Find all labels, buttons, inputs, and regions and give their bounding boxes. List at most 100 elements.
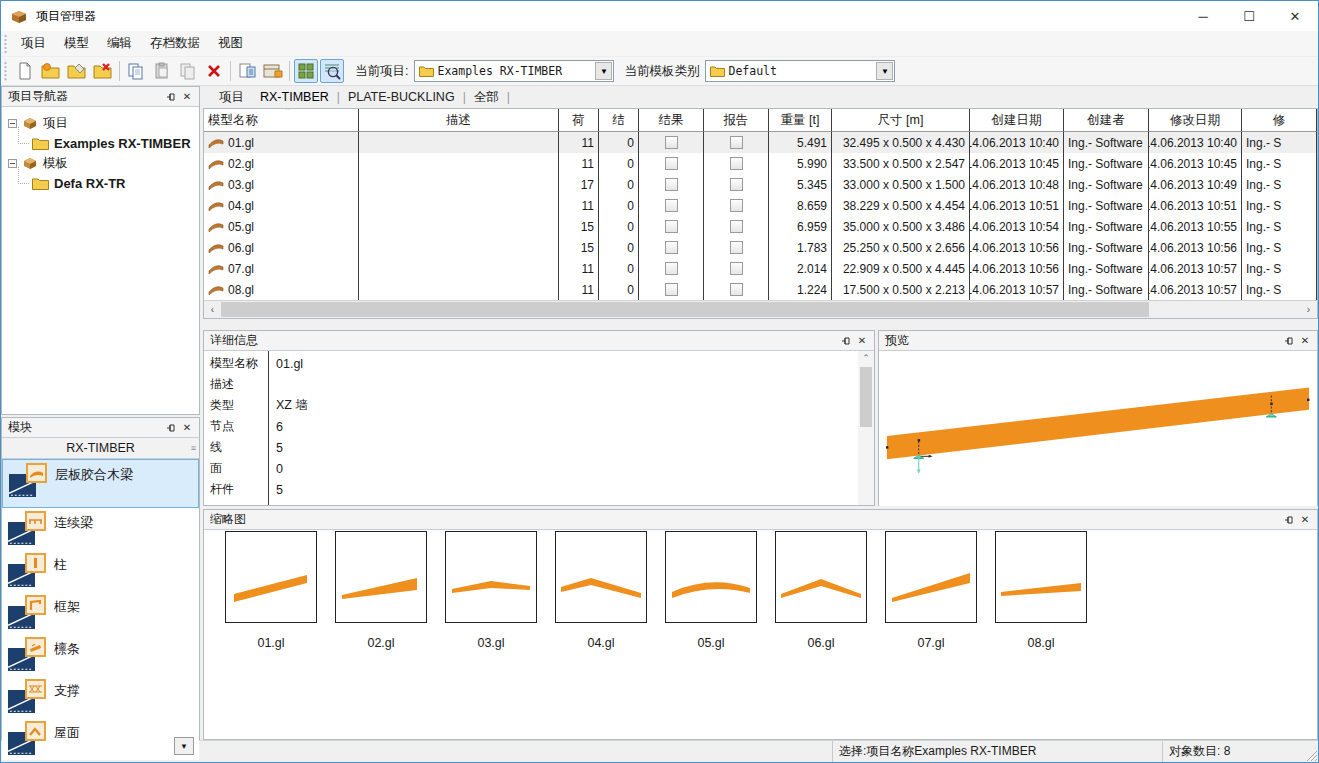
edit-project-button[interactable] bbox=[65, 59, 89, 83]
minimize-button[interactable]: ─ bbox=[1180, 1, 1226, 31]
close-button[interactable]: ✕ bbox=[1272, 1, 1318, 31]
duplicate-button[interactable] bbox=[176, 59, 200, 83]
module-item-glulam[interactable]: 层板胶合木梁 bbox=[2, 459, 199, 508]
table-row[interactable]: 04.gl 11 0 8.659 38.229 x 0.500 x 4.454 … bbox=[204, 195, 1317, 216]
results-checkbox[interactable] bbox=[665, 157, 678, 170]
module-item-continuous-beam[interactable]: 连续梁 bbox=[2, 508, 199, 550]
thumbnail-03[interactable]: 03.gl bbox=[436, 531, 546, 650]
collapse-icon[interactable] bbox=[8, 159, 17, 168]
module-item-frame[interactable]: 框架 bbox=[2, 592, 199, 634]
tree-node-project[interactable]: Examples RX-TIMBER bbox=[8, 133, 197, 153]
report-checkbox[interactable] bbox=[730, 157, 743, 170]
resize-grip[interactable] bbox=[1300, 741, 1318, 762]
results-checkbox[interactable] bbox=[665, 283, 678, 296]
tab-all[interactable]: 全部 bbox=[466, 87, 507, 108]
module-group-header[interactable]: RX-TIMBER ≡ bbox=[2, 438, 199, 459]
pin-icon[interactable] bbox=[838, 334, 854, 348]
thumbnail-08[interactable]: 08.gl bbox=[986, 531, 1096, 650]
results-checkbox[interactable] bbox=[665, 241, 678, 254]
tree-node-templates[interactable]: 模板 bbox=[8, 153, 197, 173]
paste-button[interactable] bbox=[150, 59, 174, 83]
thumbnail-02[interactable]: 02.gl bbox=[326, 531, 436, 650]
report-checkbox[interactable] bbox=[730, 220, 743, 233]
archive-button[interactable] bbox=[261, 59, 285, 83]
table-row[interactable]: 01.gl 11 0 5.491 32.495 x 0.500 x 4.430 … bbox=[204, 132, 1317, 153]
scroll-down-button[interactable]: ▼ bbox=[174, 737, 194, 755]
column-header-modified[interactable]: 修改日期 bbox=[1149, 109, 1242, 132]
column-header-created[interactable]: 创建日期 bbox=[970, 109, 1064, 132]
close-panel-icon[interactable]: ✕ bbox=[1297, 513, 1313, 527]
column-header-creator[interactable]: 创建者 bbox=[1064, 109, 1149, 132]
table-row[interactable]: 02.gl 11 0 5.990 33.500 x 0.500 x 2.547 … bbox=[204, 153, 1317, 174]
column-header-weight[interactable]: 重量 [t] bbox=[769, 109, 832, 132]
tab-rx-timber[interactable]: RX-TIMBER bbox=[252, 88, 337, 106]
report-checkbox[interactable] bbox=[730, 283, 743, 296]
new-model-button[interactable] bbox=[13, 59, 37, 83]
delete-project-button[interactable] bbox=[91, 59, 115, 83]
results-checkbox[interactable] bbox=[665, 199, 678, 212]
thumbnail-05[interactable]: 05.gl bbox=[656, 531, 766, 650]
module-item-brace[interactable]: 支撑 bbox=[2, 676, 199, 718]
results-checkbox[interactable] bbox=[665, 220, 678, 233]
module-item-roof[interactable]: 屋面 bbox=[2, 718, 199, 760]
tab-projects[interactable]: 项目 bbox=[211, 87, 252, 108]
close-panel-icon[interactable]: ✕ bbox=[854, 334, 870, 348]
menu-archive[interactable]: 存档数据 bbox=[141, 31, 209, 56]
tree-node-template[interactable]: Defa RX-TR bbox=[8, 173, 197, 193]
table-row[interactable]: 05.gl 15 0 6.959 35.000 x 0.500 x 3.486 … bbox=[204, 216, 1317, 237]
column-header-name[interactable]: 模型名称⌃ bbox=[204, 109, 359, 132]
copy-button[interactable] bbox=[124, 59, 148, 83]
pin-icon[interactable] bbox=[163, 421, 179, 435]
table-row[interactable]: 06.gl 15 0 1.783 25.250 x 0.500 x 2.656 … bbox=[204, 237, 1317, 258]
thumbnail-view-toggle[interactable] bbox=[294, 59, 318, 83]
column-header-modifier[interactable]: 修 bbox=[1242, 109, 1317, 132]
thumbnail-06[interactable]: 06.gl bbox=[766, 531, 876, 650]
maximize-button[interactable]: ☐ bbox=[1226, 1, 1272, 31]
menu-project[interactable]: 项目 bbox=[12, 31, 55, 56]
results-checkbox[interactable] bbox=[665, 262, 678, 275]
module-item-column[interactable]: 柱 bbox=[2, 550, 199, 592]
horizontal-scrollbar[interactable]: ‹ › bbox=[203, 300, 1318, 319]
table-row[interactable]: 08.gl 11 0 1.224 17.500 x 0.500 x 2.213 … bbox=[204, 279, 1317, 300]
thumbnail-01[interactable]: 01.gl bbox=[216, 531, 326, 650]
table-row[interactable]: 07.gl 11 0 2.014 22.909 x 0.500 x 4.445 … bbox=[204, 258, 1317, 279]
column-header-dims[interactable]: 尺寸 [m] bbox=[832, 109, 970, 132]
menu-model[interactable]: 模型 bbox=[55, 31, 98, 56]
results-checkbox[interactable] bbox=[665, 136, 678, 149]
results-checkbox[interactable] bbox=[665, 178, 678, 191]
column-header-report[interactable]: 报告 bbox=[704, 109, 769, 132]
details-scrollbar[interactable]: ⌃ bbox=[858, 351, 874, 505]
column-header-comb[interactable]: 结 bbox=[599, 109, 639, 132]
import-button[interactable] bbox=[235, 59, 259, 83]
current-project-combobox[interactable]: Examples RX-TIMBER ▼ bbox=[414, 60, 614, 82]
close-panel-icon[interactable]: ✕ bbox=[179, 421, 195, 435]
scroll-left-arrow[interactable]: ‹ bbox=[204, 301, 221, 318]
menu-edit[interactable]: 编辑 bbox=[98, 31, 141, 56]
template-category-combobox[interactable]: Default ▼ bbox=[705, 60, 895, 82]
thumbnail-07[interactable]: 07.gl bbox=[876, 531, 986, 650]
thumbnail-04[interactable]: 04.gl bbox=[546, 531, 656, 650]
dropdown-arrow-icon[interactable]: ▼ bbox=[595, 62, 612, 80]
delete-button[interactable] bbox=[202, 59, 226, 83]
report-checkbox[interactable] bbox=[730, 199, 743, 212]
report-checkbox[interactable] bbox=[730, 136, 743, 149]
scroll-right-arrow[interactable]: › bbox=[1300, 301, 1317, 318]
report-checkbox[interactable] bbox=[730, 178, 743, 191]
close-panel-icon[interactable]: ✕ bbox=[1297, 334, 1313, 348]
dropdown-arrow-icon[interactable]: ▼ bbox=[876, 62, 893, 80]
new-project-button[interactable] bbox=[39, 59, 63, 83]
collapse-icon[interactable] bbox=[8, 119, 17, 128]
column-header-desc[interactable]: 描述 bbox=[359, 109, 559, 132]
module-item-purlin[interactable]: 檩条 bbox=[2, 634, 199, 676]
table-row[interactable]: 03.gl 17 0 5.345 33.000 x 0.500 x 1.500 … bbox=[204, 174, 1317, 195]
pin-icon[interactable] bbox=[163, 90, 179, 104]
tree-node-projects[interactable]: 项目 bbox=[8, 113, 197, 133]
menu-view[interactable]: 视图 bbox=[209, 31, 252, 56]
close-panel-icon[interactable]: ✕ bbox=[179, 90, 195, 104]
details-view-toggle[interactable] bbox=[320, 59, 344, 83]
pin-icon[interactable] bbox=[1281, 513, 1297, 527]
tab-plate-buckling[interactable]: PLATE-BUCKLING bbox=[340, 88, 463, 106]
scrollbar-thumb[interactable] bbox=[221, 302, 1149, 317]
pin-icon[interactable] bbox=[1281, 334, 1297, 348]
column-header-results[interactable]: 结果 bbox=[639, 109, 704, 132]
